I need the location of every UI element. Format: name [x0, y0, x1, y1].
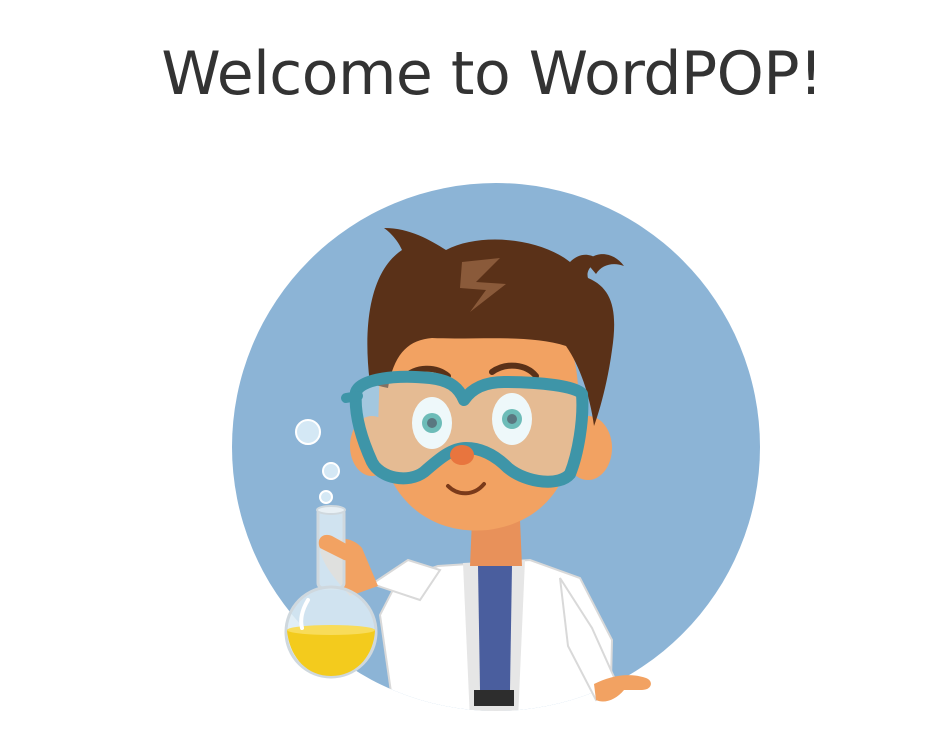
bubble-large — [295, 419, 321, 445]
nose — [450, 445, 474, 465]
bubble-medium — [322, 462, 340, 480]
scientist-kid-illustration — [232, 183, 760, 711]
welcome-screen: Welcome to WordPOP! — [0, 0, 936, 734]
bubble-small — [319, 490, 333, 504]
